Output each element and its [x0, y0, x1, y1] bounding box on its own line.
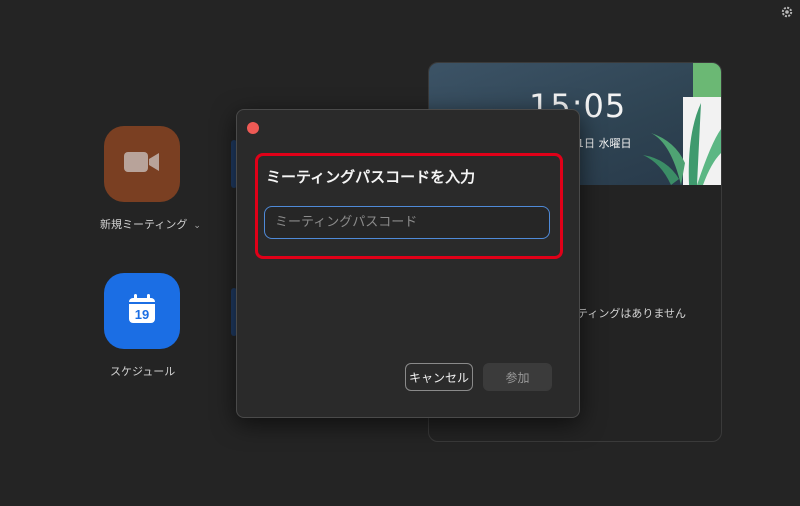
cancel-button[interactable]: キャンセル [405, 363, 473, 391]
chevron-down-icon[interactable]: ⌄ [193, 221, 201, 231]
calendar-icon: 19 [128, 294, 156, 328]
date: 1日 水曜日 [577, 137, 632, 150]
dialog-title: ミーティングパスコードを入力 [266, 168, 476, 186]
no-meetings-text: ティングはありません [577, 307, 687, 320]
new-meeting-button[interactable] [104, 126, 180, 202]
passcode-input[interactable] [264, 206, 550, 239]
schedule-label: スケジュール [110, 365, 176, 378]
schedule-button[interactable]: 19 [104, 273, 180, 349]
gear-icon[interactable] [780, 4, 794, 18]
new-meeting-label[interactable]: 新規ミーティング ⌄ [100, 216, 201, 232]
join-button[interactable]: 参加 [483, 363, 552, 391]
close-icon[interactable] [247, 122, 259, 134]
plant-illustration [643, 63, 721, 185]
passcode-dialog: ミーティングパスコードを入力 キャンセル 参加 [236, 109, 580, 418]
video-camera-icon [122, 149, 162, 179]
calendar-day: 19 [135, 307, 149, 322]
